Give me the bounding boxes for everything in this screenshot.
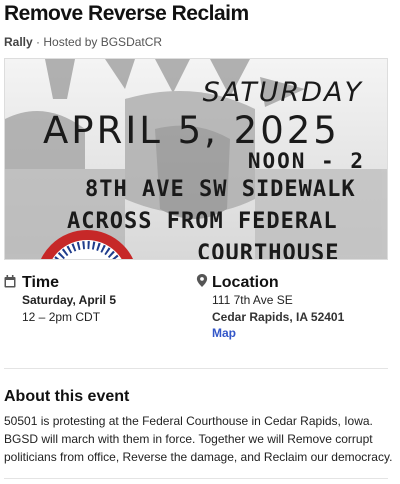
banner-date: APRIL 5, 2025 (43, 109, 340, 152)
banner-location-line-1: 8TH AVE SW SIDEWALK (85, 177, 356, 202)
map-pin-icon (196, 274, 208, 287)
banner-day: SATURDAY (202, 77, 363, 108)
location-heading: Location (212, 274, 279, 291)
event-subtitle: Rally · Hosted by BGSDatCR (4, 35, 162, 49)
event-banner-image[interactable]: SATURDAY APRIL 5, 2025 NOON - 2 8TH AVE … (4, 58, 388, 260)
subtitle-separator: · (32, 35, 44, 49)
bottom-divider (4, 478, 388, 479)
event-hours: 12 – 2pm CDT (22, 310, 101, 324)
location-city: Cedar Rapids, IA 52401 (212, 310, 345, 324)
about-body: 50501 is protesting at the Federal Court… (4, 414, 393, 464)
location-street: 111 7th Ave SE (212, 293, 293, 307)
banner-location-line-2: ACROSS FROM FEDERAL (67, 209, 338, 234)
banner-time: NOON - 2 (247, 149, 365, 173)
calendar-icon (4, 275, 16, 288)
event-title: Remove Reverse Reclaim (4, 2, 249, 25)
banner-location-line-3: COURTHOUSE (197, 241, 340, 260)
section-divider (4, 368, 388, 369)
about-heading: About this event (4, 388, 130, 405)
event-date: Saturday, April 5 (22, 293, 117, 307)
host-line[interactable]: Hosted by BGSDatCR (43, 35, 162, 49)
map-link[interactable]: Map (212, 326, 236, 340)
time-heading: Time (22, 274, 60, 291)
event-type: Rally (4, 35, 33, 49)
